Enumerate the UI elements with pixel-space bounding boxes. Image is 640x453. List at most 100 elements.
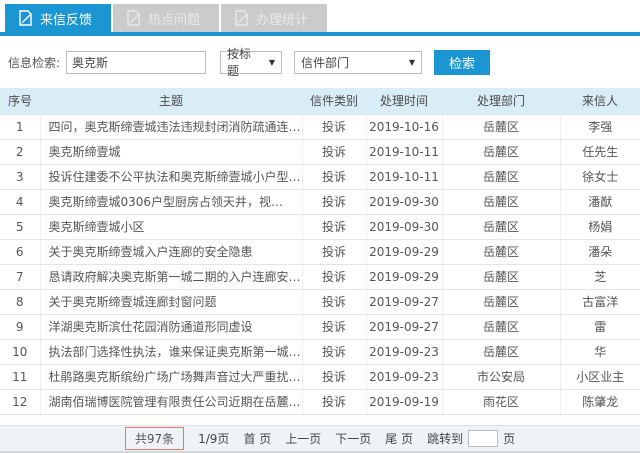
cell-subject[interactable]: 洋湖奥克斯滨仕花园消防通道形同虚设 [40, 314, 302, 339]
table-header: 序号 主题 信件类别 处理时间 处理部门 来信人 [0, 88, 640, 114]
search-input[interactable] [66, 51, 206, 74]
table-row: 9 洋湖奥克斯滨仕花园消防通道形同虚设 投诉 2019-09-27 岳麓区 雷 [0, 314, 640, 339]
cell-subject[interactable]: 奥克斯缔壹城小区 [40, 214, 302, 239]
cell-date: 2019-10-11 [366, 139, 442, 164]
search-button[interactable]: 检索 [434, 50, 490, 75]
cell-date: 2019-09-23 [366, 364, 442, 389]
cell-type: 投诉 [302, 189, 366, 214]
cell-no: 4 [0, 189, 40, 214]
search-label: 信息检索: [8, 54, 60, 71]
jump-label: 跳转到 [427, 430, 463, 447]
cell-sender: 陈肇龙 [560, 389, 640, 414]
cell-subject[interactable]: 湖南佰瑞博医院管理有限责任公司近期在岳麓… [40, 389, 302, 414]
cell-sender: 雷 [560, 314, 640, 339]
chevron-down-icon: ▼ [409, 58, 415, 67]
cell-date: 2019-09-29 [366, 239, 442, 264]
cell-subject[interactable]: 关于奥克斯缔壹城入户连廊的安全隐患 [40, 239, 302, 264]
cell-subject[interactable]: 杜鹃路奥克斯缤纷广场广场舞声音过大严重扰… [40, 364, 302, 389]
search-bar: 信息检索: 按标题 ▼ 信件部门 ▼ 检索 [0, 36, 640, 88]
cell-dept: 岳麓区 [442, 214, 560, 239]
cell-date: 2019-10-16 [366, 114, 442, 139]
cell-no: 9 [0, 314, 40, 339]
cell-sender: 小区业主 [560, 364, 640, 389]
cell-type: 投诉 [302, 314, 366, 339]
table-row: 8 关于奥克斯缔壹城连廊封窗问题 投诉 2019-09-27 岳麓区 古富洋 [0, 289, 640, 314]
col-date: 处理时间 [366, 88, 442, 114]
cell-date: 2019-09-27 [366, 314, 442, 339]
tab-label: 热点问题 [148, 9, 200, 28]
table-body: 1 四问，奥克斯缔壹城违法违规封闭消防疏通连… 投诉 2019-10-16 岳麓… [0, 114, 640, 414]
cell-date: 2019-09-27 [366, 289, 442, 314]
cell-subject[interactable]: 恳请政府解决奥克斯第一城二期的入户连廊安… [40, 264, 302, 289]
cell-subject[interactable]: 四问，奥克斯缔壹城违法违规封闭消防疏通连… [40, 114, 302, 139]
cell-type: 投诉 [302, 339, 366, 364]
cell-subject[interactable]: 奥克斯缔壹城 [40, 139, 302, 164]
page-indicator: 1/9页 [198, 430, 229, 447]
table-row: 10 执法部门选择性执法，谁来保证奥克斯第一城… 投诉 2019-09-23 岳… [0, 339, 640, 364]
table-row: 3 投诉住建委不公平执法和奥克斯缔壹城小户型… 投诉 2019-10-11 岳麓… [0, 164, 640, 189]
cell-type: 投诉 [302, 264, 366, 289]
cell-dept: 岳麓区 [442, 339, 560, 364]
cell-type: 投诉 [302, 164, 366, 189]
next-page-link[interactable]: 下一页 [335, 430, 371, 447]
cell-dept: 岳麓区 [442, 314, 560, 339]
col-sender: 来信人 [560, 88, 640, 114]
last-page-link[interactable]: 尾 页 [385, 430, 413, 447]
cell-sender: 古富洋 [560, 289, 640, 314]
table-row: 1 四问，奥克斯缔壹城违法违规封闭消防疏通连… 投诉 2019-10-16 岳麓… [0, 114, 640, 139]
cell-no: 5 [0, 214, 40, 239]
tab-label: 办理统计 [256, 9, 308, 28]
col-type: 信件类别 [302, 88, 366, 114]
pagination-bar: 共97条 1/9页 首 页 上一页 下一页 尾 页 跳转到 页 [0, 425, 640, 451]
tab-handling-stats[interactable]: 办理统计 [221, 4, 327, 32]
chevron-down-icon: ▼ [269, 58, 275, 67]
document-pen-icon [233, 10, 249, 26]
table-row: 11 杜鹃路奥克斯缤纷广场广场舞声音过大严重扰… 投诉 2019-09-23 市… [0, 364, 640, 389]
cell-date: 2019-09-19 [366, 389, 442, 414]
cell-dept: 岳麓区 [442, 114, 560, 139]
table-row: 6 关于奥克斯缔壹城入户连廊的安全隐患 投诉 2019-09-29 岳麓区 潘朵 [0, 239, 640, 264]
cell-no: 12 [0, 389, 40, 414]
tab-label: 来信反馈 [40, 9, 92, 28]
table-row: 12 湖南佰瑞博医院管理有限责任公司近期在岳麓… 投诉 2019-09-19 雨… [0, 389, 640, 414]
jump-unit: 页 [503, 430, 515, 447]
cell-dept: 岳麓区 [442, 264, 560, 289]
tabbar: 来信反馈 热点问题 办理统计 [0, 0, 640, 32]
cell-subject[interactable]: 执法部门选择性执法，谁来保证奥克斯第一城… [40, 339, 302, 364]
cell-type: 投诉 [302, 114, 366, 139]
department-select[interactable]: 信件部门 ▼ [294, 51, 422, 74]
prev-page-link[interactable]: 上一页 [285, 430, 321, 447]
cell-dept: 岳麓区 [442, 139, 560, 164]
jump-page-input[interactable] [468, 430, 498, 447]
cell-sender: 潘猷 [560, 189, 640, 214]
tab-hot-issues[interactable]: 热点问题 [113, 4, 219, 32]
col-subject: 主题 [40, 88, 302, 114]
cell-no: 2 [0, 139, 40, 164]
cell-dept: 市公安局 [442, 364, 560, 389]
cell-dept: 岳麓区 [442, 289, 560, 314]
cell-date: 2019-09-30 [366, 214, 442, 239]
cell-sender: 华 [560, 339, 640, 364]
cell-type: 投诉 [302, 239, 366, 264]
tab-letter-feedback[interactable]: 来信反馈 [5, 4, 111, 32]
table-row: 5 奥克斯缔壹城小区 投诉 2019-09-30 岳麓区 杨娟 [0, 214, 640, 239]
cell-no: 8 [0, 289, 40, 314]
cell-type: 投诉 [302, 214, 366, 239]
cell-date: 2019-09-23 [366, 339, 442, 364]
select-value: 按标题 [227, 45, 261, 79]
cell-type: 投诉 [302, 289, 366, 314]
select-value: 信件部门 [301, 54, 349, 71]
table-row: 7 恳请政府解决奥克斯第一城二期的入户连廊安… 投诉 2019-09-29 岳麓… [0, 264, 640, 289]
cell-dept: 岳麓区 [442, 164, 560, 189]
first-page-link[interactable]: 首 页 [243, 430, 271, 447]
cell-type: 投诉 [302, 139, 366, 164]
cell-subject[interactable]: 奥克斯缔壹城0306户型厨房占领天井，视… [40, 189, 302, 214]
cell-subject[interactable]: 关于奥克斯缔壹城连廊封窗问题 [40, 289, 302, 314]
search-field-select[interactable]: 按标题 ▼ [220, 51, 282, 74]
cell-no: 1 [0, 114, 40, 139]
document-pen-icon [17, 10, 33, 26]
cell-date: 2019-10-11 [366, 164, 442, 189]
cell-date: 2019-09-29 [366, 264, 442, 289]
cell-subject[interactable]: 投诉住建委不公平执法和奥克斯缔壹城小户型… [40, 164, 302, 189]
cell-no: 3 [0, 164, 40, 189]
